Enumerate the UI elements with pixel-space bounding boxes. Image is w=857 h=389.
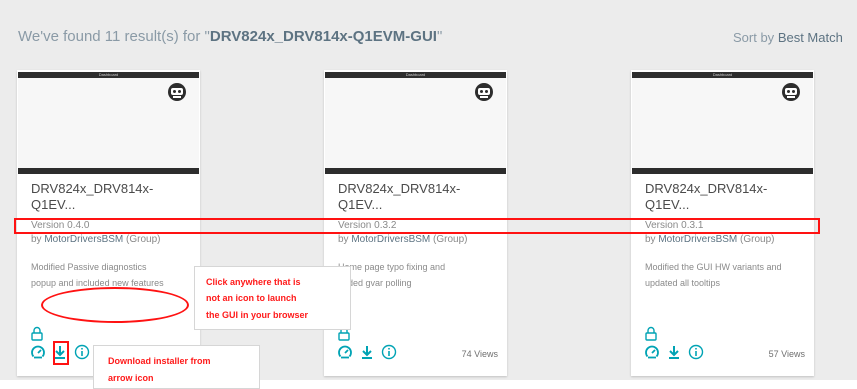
download-arrow-icon[interactable] xyxy=(666,344,682,360)
author-link[interactable]: MotorDriversBSM xyxy=(658,234,737,245)
card-thumbnail[interactable]: Dashboard xyxy=(325,72,506,174)
card-description: Home page typo fixing and added gvar pol… xyxy=(338,259,498,291)
card-byline: by MotorDriversBSM (Group) xyxy=(645,234,774,245)
thumbnail-title: Dashboard xyxy=(712,72,733,77)
info-icon[interactable] xyxy=(688,344,704,360)
thumbnail-titlebar: Dashboard xyxy=(18,72,199,78)
download-instruction-line-1: Download installer from xyxy=(108,356,211,366)
byline-prefix: by xyxy=(338,234,349,245)
thumbnail-statusbar xyxy=(632,168,813,174)
launch-area-highlight-ellipse xyxy=(41,287,189,323)
download-arrow-icon[interactable] xyxy=(359,344,375,360)
sort-value[interactable]: Best Match xyxy=(778,30,843,45)
card-title[interactable]: DRV824x_DRV814x- Q1EV... xyxy=(31,181,191,213)
info-icon[interactable] xyxy=(381,344,397,360)
thumbnail-statusbar xyxy=(18,168,199,174)
download-instruction-line-2: arrow icon xyxy=(108,373,154,383)
description-line-1: Modified Passive diagnostics xyxy=(31,262,147,272)
gauge-icon[interactable] xyxy=(30,344,46,360)
download-instruction-callout: Download installer from arrow icon xyxy=(93,345,260,389)
card-title[interactable]: DRV824x_DRV814x- Q1EV... xyxy=(645,181,805,213)
author-type: (Group) xyxy=(126,234,161,245)
dashboard-robot-icon xyxy=(475,83,493,101)
card-byline: by MotorDriversBSM (Group) xyxy=(338,234,467,245)
description-line-1: Home page typo fixing and xyxy=(338,262,446,272)
launch-instruction-callout: Click anywhere that is not an icon to la… xyxy=(194,266,351,330)
gauge-icon[interactable] xyxy=(337,344,353,360)
results-header: We've found 11 result(s) for "DRV824x_DR… xyxy=(18,28,442,45)
thumbnail-title: Dashboard xyxy=(405,72,426,77)
sort-control[interactable]: Sort by Best Match xyxy=(733,30,843,45)
description-line-2: updated all tooltips xyxy=(645,278,721,288)
author-link[interactable]: MotorDriversBSM xyxy=(44,234,123,245)
card-thumbnail[interactable]: Dashboard xyxy=(632,72,813,174)
view-count: 57 Views xyxy=(768,349,805,359)
sort-label: Sort by xyxy=(733,30,775,45)
byline-prefix: by xyxy=(645,234,656,245)
card-title-line-2: Q1EV... xyxy=(645,197,690,212)
thumbnail-titlebar: Dashboard xyxy=(325,72,506,78)
view-count: 74 Views xyxy=(461,349,498,359)
card-title-line-1: DRV824x_DRV814x- xyxy=(31,181,154,196)
description-line-1: Modified the GUI HW variants and xyxy=(645,262,782,272)
card-title[interactable]: DRV824x_DRV814x- Q1EV... xyxy=(338,181,498,213)
author-type: (Group) xyxy=(433,234,468,245)
author-type: (Group) xyxy=(740,234,775,245)
lock-icon xyxy=(31,326,43,341)
download-icon-highlight-box xyxy=(53,341,69,365)
card-title-line-2: Q1EV... xyxy=(31,197,76,212)
version-highlight-box xyxy=(14,218,820,234)
byline-prefix: by xyxy=(31,234,42,245)
author-link[interactable]: MotorDriversBSM xyxy=(351,234,430,245)
description-line-2: added gvar polling xyxy=(338,278,412,288)
card-title-line-2: Q1EV... xyxy=(338,197,383,212)
results-header-prefix: We've found 11 result(s) for " xyxy=(18,28,210,45)
card-title-line-1: DRV824x_DRV814x- xyxy=(338,181,461,196)
gauge-icon[interactable] xyxy=(644,344,660,360)
lock-icon xyxy=(645,326,657,341)
card-byline: by MotorDriversBSM (Group) xyxy=(31,234,160,245)
card-thumbnail[interactable]: Dashboard xyxy=(18,72,199,174)
launch-instruction-line-3: the GUI in your browser xyxy=(206,310,309,320)
results-header-suffix: " xyxy=(436,28,443,45)
card-title-line-1: DRV824x_DRV814x- xyxy=(645,181,768,196)
info-icon[interactable] xyxy=(74,344,90,360)
card-description: Modified the GUI HW variants and updated… xyxy=(645,259,805,291)
results-gallery: We've found 11 result(s) for "DRV824x_DR… xyxy=(0,0,857,380)
launch-instruction-line-2: not an icon to launch xyxy=(206,293,297,303)
results-query: DRV824x_DRV814x-Q1EVM-GUI xyxy=(209,28,437,45)
thumbnail-titlebar: Dashboard xyxy=(632,72,813,78)
thumbnail-statusbar xyxy=(325,168,506,174)
dashboard-robot-icon xyxy=(782,83,800,101)
launch-instruction-line-1: Click anywhere that is xyxy=(206,277,301,287)
dashboard-robot-icon xyxy=(168,83,186,101)
thumbnail-title: Dashboard xyxy=(98,72,119,77)
